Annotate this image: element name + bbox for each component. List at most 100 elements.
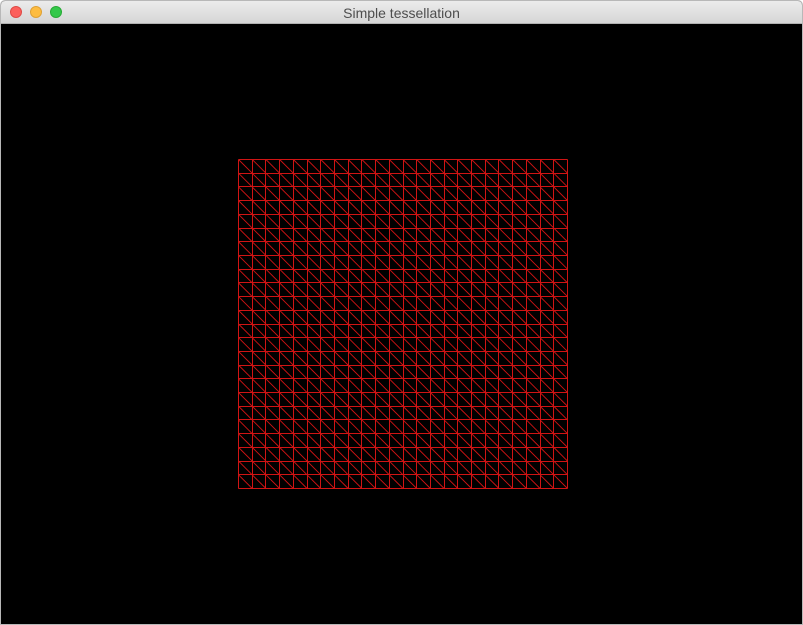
mesh-edge-diagonal bbox=[526, 159, 541, 174]
mesh-edge-diagonal bbox=[361, 447, 376, 462]
mesh-edge-diagonal bbox=[512, 159, 527, 174]
mesh-edge-diagonal bbox=[498, 282, 513, 297]
mesh-edge-diagonal bbox=[388, 433, 404, 448]
mesh-edge-diagonal bbox=[539, 364, 555, 380]
mesh-edge-diagonal bbox=[306, 474, 322, 489]
mesh-edge-diagonal bbox=[251, 378, 267, 393]
mesh-edge-diagonal bbox=[293, 392, 308, 407]
mesh-edge-diagonal bbox=[251, 474, 267, 489]
mesh-edge-diagonal bbox=[388, 186, 404, 201]
mesh-edge-diagonal bbox=[484, 337, 500, 352]
mesh-edge-diagonal bbox=[416, 364, 431, 380]
mesh-edge-diagonal bbox=[471, 474, 486, 489]
mesh-edge-diagonal bbox=[265, 255, 280, 270]
mesh-edge-diagonal bbox=[416, 282, 431, 297]
mesh-edge-diagonal bbox=[320, 227, 335, 243]
mesh-edge-diagonal bbox=[526, 186, 541, 201]
mesh-edge-diagonal bbox=[361, 255, 376, 270]
mesh-edge-diagonal bbox=[334, 309, 349, 325]
mesh-edge-diagonal bbox=[251, 255, 267, 270]
mesh-edge-diagonal bbox=[375, 433, 390, 448]
mesh-edge-diagonal bbox=[430, 378, 445, 393]
mesh-edge-diagonal bbox=[498, 460, 513, 476]
mesh-edge-diagonal bbox=[251, 309, 267, 325]
mesh-edge-diagonal bbox=[238, 378, 253, 393]
mesh-edge-diagonal bbox=[320, 282, 335, 297]
mesh-edge-diagonal bbox=[320, 186, 335, 201]
mesh-edge-diagonal bbox=[320, 364, 335, 380]
mesh-edge-diagonal bbox=[265, 186, 280, 201]
mesh-edge-diagonal bbox=[279, 364, 294, 380]
mesh-edge-diagonal bbox=[334, 214, 349, 229]
mesh-edge-diagonal bbox=[238, 268, 253, 284]
mesh-edge-diagonal bbox=[498, 200, 513, 215]
mesh-edge-diagonal bbox=[238, 309, 253, 325]
mesh-edge-diagonal bbox=[402, 378, 418, 393]
mesh-edge-diagonal bbox=[526, 241, 541, 256]
mesh-edge-diagonal bbox=[539, 351, 555, 366]
title-bar[interactable]: Simple tessellation bbox=[1, 1, 802, 24]
mesh-edge-diagonal bbox=[347, 296, 363, 311]
mesh-edge-diagonal bbox=[443, 405, 459, 421]
mesh-edge-diagonal bbox=[293, 378, 308, 393]
mesh-edge-diagonal bbox=[416, 378, 431, 393]
mesh-edge-diagonal bbox=[279, 309, 294, 325]
window-title: Simple tessellation bbox=[343, 5, 460, 21]
mesh-edge-diagonal bbox=[402, 172, 418, 188]
mesh-edge-diagonal bbox=[375, 323, 390, 339]
mesh-edge-diagonal bbox=[402, 296, 418, 311]
mesh-edge-diagonal bbox=[457, 214, 472, 229]
mesh-edge-diagonal bbox=[388, 255, 404, 270]
mesh-edge-diagonal bbox=[430, 309, 445, 325]
mesh-edge-diagonal bbox=[293, 323, 308, 339]
mesh-edge-diagonal bbox=[443, 460, 459, 476]
mesh-edge-diagonal bbox=[512, 378, 527, 393]
mesh-edge-diagonal bbox=[279, 282, 294, 297]
mesh-edge-diagonal bbox=[279, 392, 294, 407]
mesh-edge-diagonal bbox=[526, 296, 541, 311]
mesh-edge-diagonal bbox=[484, 241, 500, 256]
mesh-edge-diagonal bbox=[539, 419, 555, 434]
mesh-edge-diagonal bbox=[306, 159, 322, 174]
mesh-edge-diagonal bbox=[265, 159, 280, 174]
mesh-edge-diagonal bbox=[251, 172, 267, 188]
mesh-edge-diagonal bbox=[388, 268, 404, 284]
mesh-edge-diagonal bbox=[279, 351, 294, 366]
mesh-edge-diagonal bbox=[553, 309, 568, 325]
mesh-edge-diagonal bbox=[484, 214, 500, 229]
mesh-edge-diagonal bbox=[498, 337, 513, 352]
mesh-edge-diagonal bbox=[347, 255, 363, 270]
mesh-edge-diagonal bbox=[251, 364, 267, 380]
mesh-edge-diagonal bbox=[539, 323, 555, 339]
mesh-edge-diagonal bbox=[251, 337, 267, 352]
mesh-edge-diagonal bbox=[265, 227, 280, 243]
mesh-edge-diagonal bbox=[526, 282, 541, 297]
mesh-edge-diagonal bbox=[512, 241, 527, 256]
mesh-edge-diagonal bbox=[334, 433, 349, 448]
mesh-edge-diagonal bbox=[430, 255, 445, 270]
mesh-edge-diagonal bbox=[553, 447, 568, 462]
mesh-edge-diagonal bbox=[402, 351, 418, 366]
mesh-edge-diagonal bbox=[375, 364, 390, 380]
mesh-edge-diagonal bbox=[443, 200, 459, 215]
render-canvas[interactable] bbox=[1, 24, 802, 624]
mesh-edge-diagonal bbox=[416, 447, 431, 462]
mesh-edge-diagonal bbox=[388, 474, 404, 489]
mesh-edge-diagonal bbox=[306, 309, 322, 325]
mesh-edge-diagonal bbox=[347, 433, 363, 448]
mesh-edge-diagonal bbox=[498, 392, 513, 407]
mesh-edge-diagonal bbox=[238, 186, 253, 201]
mesh-edge-diagonal bbox=[306, 186, 322, 201]
mesh-edge-diagonal bbox=[347, 186, 363, 201]
mesh-edge-diagonal bbox=[334, 392, 349, 407]
mesh-edge-diagonal bbox=[498, 296, 513, 311]
mesh-edge-diagonal bbox=[457, 159, 472, 174]
mesh-edge-diagonal bbox=[402, 282, 418, 297]
mesh-edge-diagonal bbox=[238, 364, 253, 380]
mesh-edge-diagonal bbox=[320, 378, 335, 393]
mesh-edge-diagonal bbox=[306, 255, 322, 270]
mesh-edge-diagonal bbox=[443, 433, 459, 448]
mesh-edge-diagonal bbox=[388, 364, 404, 380]
mesh-edge-diagonal bbox=[512, 268, 527, 284]
mesh-edge-diagonal bbox=[484, 460, 500, 476]
